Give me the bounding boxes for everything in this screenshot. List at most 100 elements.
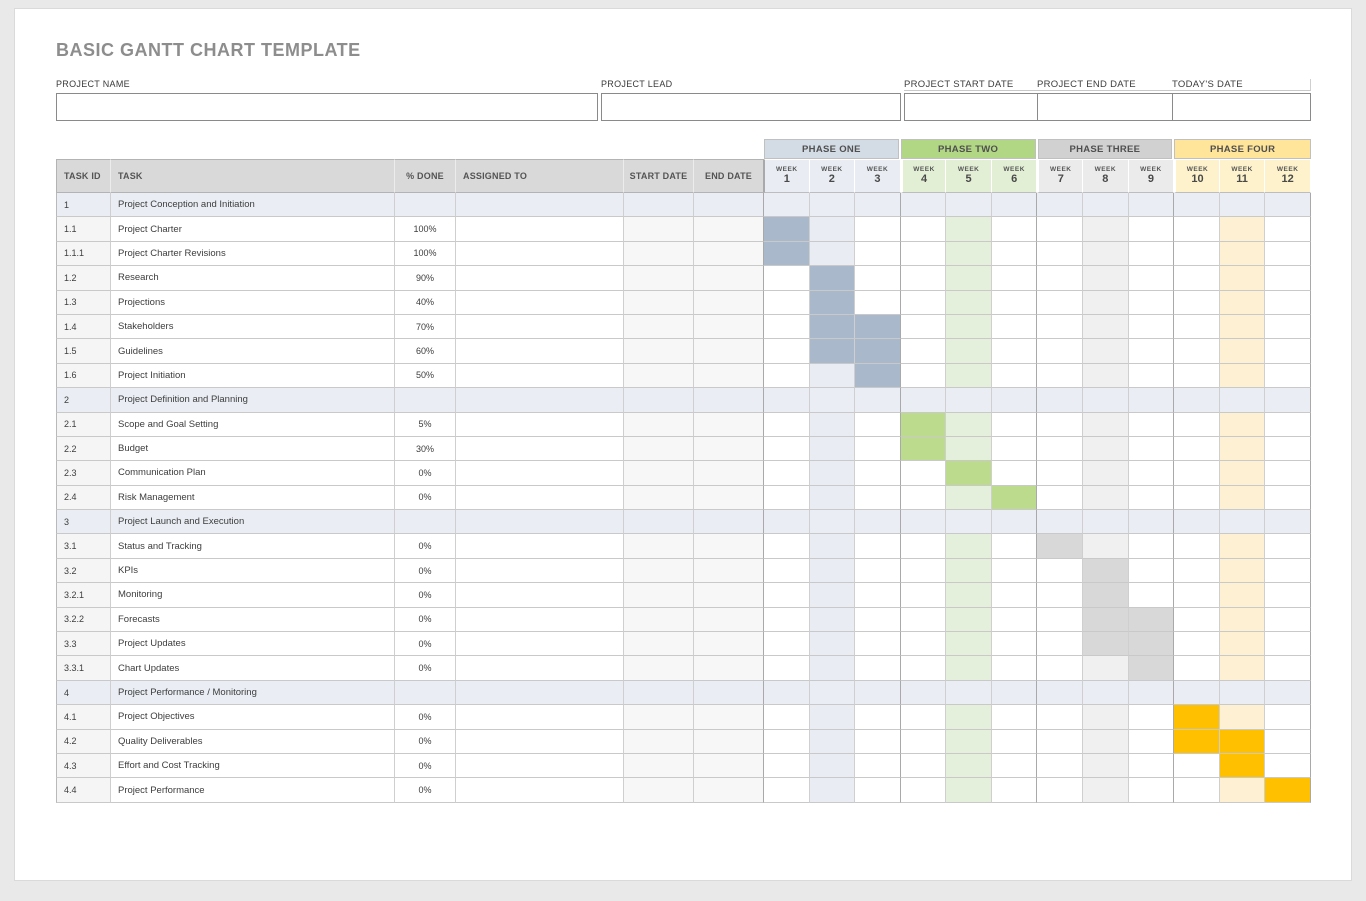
task-id-cell[interactable]: 3.3.1 <box>56 656 111 680</box>
week-cell[interactable] <box>992 534 1038 558</box>
week-cell[interactable] <box>901 754 947 778</box>
done-cell[interactable]: 0% <box>395 730 456 754</box>
week-cell[interactable] <box>992 754 1038 778</box>
gantt-bar-cell[interactable] <box>1220 730 1266 754</box>
week-cell[interactable] <box>855 583 901 607</box>
week-cell[interactable] <box>1037 461 1083 485</box>
week-cell[interactable] <box>992 681 1038 705</box>
week-cell[interactable] <box>1083 291 1129 315</box>
week-cell[interactable] <box>1037 193 1083 217</box>
week-cell[interactable] <box>1265 413 1311 437</box>
start-date-cell[interactable] <box>624 656 694 680</box>
task-cell[interactable]: Project Objectives <box>111 705 395 729</box>
week-cell[interactable] <box>1083 388 1129 412</box>
assigned-to-cell[interactable] <box>456 315 624 339</box>
week-cell[interactable] <box>1174 242 1220 266</box>
week-cell[interactable] <box>1265 632 1311 656</box>
week-cell[interactable] <box>1174 510 1220 534</box>
week-cell[interactable] <box>1265 339 1311 363</box>
gantt-bar-cell[interactable] <box>1083 608 1129 632</box>
assigned-to-cell[interactable] <box>456 656 624 680</box>
week-cell[interactable] <box>810 583 856 607</box>
week-cell[interactable] <box>901 315 947 339</box>
task-id-cell[interactable]: 1.1 <box>56 217 111 241</box>
assigned-to-cell[interactable] <box>456 681 624 705</box>
week-cell[interactable] <box>1129 778 1175 802</box>
gantt-bar-cell[interactable] <box>1174 730 1220 754</box>
done-cell[interactable]: 100% <box>395 217 456 241</box>
task-cell[interactable]: Project Launch and Execution <box>111 510 395 534</box>
week-cell[interactable] <box>1129 730 1175 754</box>
gantt-bar-cell[interactable] <box>855 364 901 388</box>
week-cell[interactable] <box>901 339 947 363</box>
week-cell[interactable] <box>764 461 810 485</box>
start-date-cell[interactable] <box>624 266 694 290</box>
week-cell[interactable] <box>764 608 810 632</box>
week-cell[interactable] <box>810 681 856 705</box>
week-cell[interactable] <box>1174 413 1220 437</box>
task-id-cell[interactable]: 3 <box>56 510 111 534</box>
week-cell[interactable] <box>992 315 1038 339</box>
week-cell[interactable] <box>992 193 1038 217</box>
assigned-to-cell[interactable] <box>456 534 624 558</box>
end-date-cell[interactable] <box>694 632 764 656</box>
done-cell[interactable]: 90% <box>395 266 456 290</box>
week-cell[interactable] <box>1129 388 1175 412</box>
week-cell[interactable] <box>1129 754 1175 778</box>
done-cell[interactable]: 30% <box>395 437 456 461</box>
week-cell[interactable] <box>764 656 810 680</box>
week-cell[interactable] <box>946 193 992 217</box>
gantt-bar-cell[interactable] <box>810 315 856 339</box>
week-cell[interactable] <box>901 608 947 632</box>
assigned-to-cell[interactable] <box>456 559 624 583</box>
week-cell[interactable] <box>764 437 810 461</box>
done-cell[interactable]: 5% <box>395 413 456 437</box>
week-cell[interactable] <box>1220 242 1266 266</box>
week-cell[interactable] <box>855 730 901 754</box>
assigned-to-cell[interactable] <box>456 608 624 632</box>
done-cell[interactable]: 0% <box>395 461 456 485</box>
task-id-cell[interactable]: 3.2 <box>56 559 111 583</box>
week-cell[interactable] <box>992 583 1038 607</box>
end-date-cell[interactable] <box>694 486 764 510</box>
task-id-cell[interactable]: 2.4 <box>56 486 111 510</box>
week-cell[interactable] <box>1129 339 1175 363</box>
week-cell[interactable] <box>1265 681 1311 705</box>
week-cell[interactable] <box>764 388 810 412</box>
week-cell[interactable] <box>855 413 901 437</box>
start-date-cell[interactable] <box>624 559 694 583</box>
week-cell[interactable] <box>1265 388 1311 412</box>
done-cell[interactable]: 0% <box>395 705 456 729</box>
week-cell[interactable] <box>764 413 810 437</box>
week-cell[interactable] <box>1220 461 1266 485</box>
week-cell[interactable] <box>1083 681 1129 705</box>
week-cell[interactable] <box>901 705 947 729</box>
start-date-cell[interactable] <box>624 461 694 485</box>
week-cell[interactable] <box>1037 754 1083 778</box>
week-cell[interactable] <box>810 778 856 802</box>
start-date-cell[interactable] <box>624 315 694 339</box>
end-date-cell[interactable] <box>694 388 764 412</box>
task-id-cell[interactable]: 2 <box>56 388 111 412</box>
week-cell[interactable] <box>1220 510 1266 534</box>
end-date-cell[interactable] <box>694 291 764 315</box>
assigned-to-cell[interactable] <box>456 217 624 241</box>
assigned-to-cell[interactable] <box>456 266 624 290</box>
week-cell[interactable] <box>1037 315 1083 339</box>
gantt-bar-cell[interactable] <box>1129 632 1175 656</box>
task-cell[interactable]: Status and Tracking <box>111 534 395 558</box>
end-date-cell[interactable] <box>694 656 764 680</box>
task-id-cell[interactable]: 2.2 <box>56 437 111 461</box>
assigned-to-cell[interactable] <box>456 583 624 607</box>
week-cell[interactable] <box>764 486 810 510</box>
week-cell[interactable] <box>901 778 947 802</box>
task-cell[interactable]: Quality Deliverables <box>111 730 395 754</box>
week-cell[interactable] <box>1037 437 1083 461</box>
week-cell[interactable] <box>1174 217 1220 241</box>
week-cell[interactable] <box>946 730 992 754</box>
week-cell[interactable] <box>992 632 1038 656</box>
week-cell[interactable] <box>1129 681 1175 705</box>
week-cell[interactable] <box>946 559 992 583</box>
gantt-bar-cell[interactable] <box>1083 583 1129 607</box>
week-cell[interactable] <box>855 656 901 680</box>
